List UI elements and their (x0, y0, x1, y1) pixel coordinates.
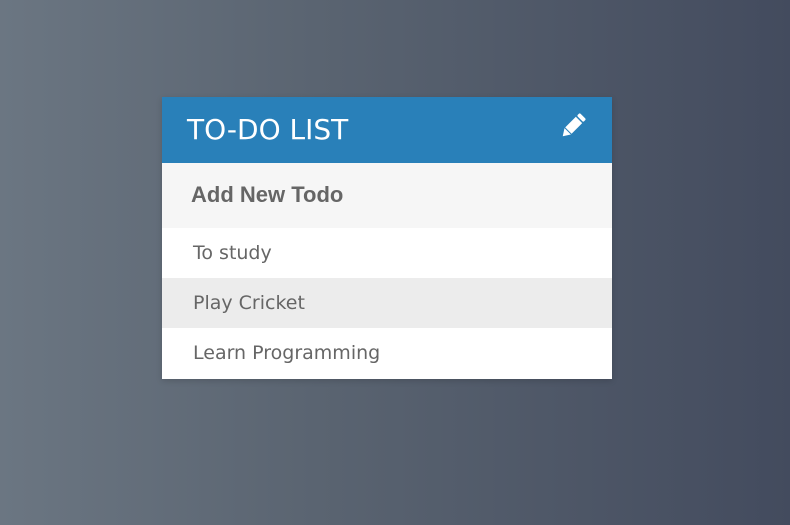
card-header: TO-DO LIST (162, 97, 612, 163)
add-todo-input[interactable]: Add New Todo (162, 163, 612, 228)
todo-card: TO-DO LIST Add New Todo To study Play Cr… (162, 97, 612, 379)
todo-item-text: Learn Programming (193, 342, 381, 364)
todo-item-text: Play Cricket (193, 292, 305, 314)
todo-item[interactable]: To study (162, 228, 612, 278)
add-todo-placeholder: Add New Todo (191, 182, 344, 207)
edit-button[interactable] (558, 111, 588, 141)
pencil-icon (562, 113, 586, 137)
todo-item[interactable]: Learn Programming (162, 328, 612, 378)
page-title: TO-DO LIST (187, 113, 349, 146)
todo-item-text: To study (193, 242, 272, 264)
todo-item[interactable]: Play Cricket (162, 278, 612, 328)
todo-list: To study Play Cricket Learn Programming (162, 228, 612, 378)
